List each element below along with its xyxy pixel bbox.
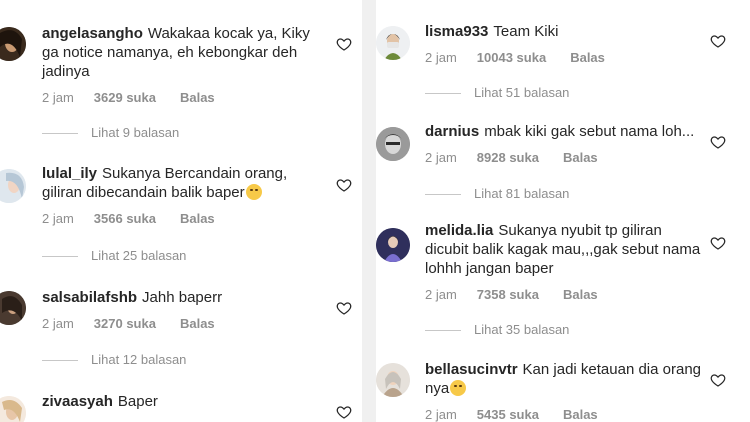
replies-divider-line [425, 194, 461, 196]
comment-body: Team Kiki [493, 23, 559, 40]
avatar[interactable] [0, 396, 26, 422]
like-heart-icon[interactable] [710, 134, 726, 150]
laughing-face-icon [450, 380, 467, 396]
reply-button[interactable]: Balas [563, 287, 598, 302]
like-heart-icon[interactable] [710, 372, 726, 388]
comment-likes[interactable]: 8928 suka [477, 150, 539, 165]
crying-face-icon [245, 184, 262, 200]
comment-meta: 2 jam 8928 suka Balas [425, 150, 705, 165]
comment-username[interactable]: lisma933 [425, 23, 488, 40]
view-replies-label: Lihat 51 balasan [474, 85, 570, 100]
comment-likes[interactable]: 3566 suka [94, 211, 156, 226]
comment-time: 2 jam [425, 50, 457, 65]
comment-meta: 2 jam 3270 suka Balas [42, 316, 317, 331]
reply-button[interactable]: Balas [563, 150, 598, 165]
comment-meta: 2 jam 10043 suka Balas [425, 50, 705, 65]
replies-divider-line [425, 330, 461, 332]
comment-body: Jahh baperr [142, 289, 223, 306]
comment-username[interactable]: zivaasyah [42, 393, 113, 410]
comment-meta: 2 jam 5435 suka Balas [425, 407, 705, 422]
avatar[interactable] [376, 127, 410, 161]
comment-time: 2 jam [42, 316, 74, 331]
comment-likes[interactable]: 10043 suka [477, 50, 546, 65]
comment-text: lulal_ily Sukanya Bercandain orang, gilir… [42, 164, 317, 202]
comment-username[interactable]: lulal_ily [42, 165, 97, 182]
reply-button[interactable]: Balas [570, 50, 605, 65]
comment-text: melida.lia Sukanya nyubit tp giliran dicu… [425, 221, 705, 278]
comment-username[interactable]: angelasangho [42, 25, 143, 42]
view-replies-link[interactable]: Lihat 25 balasan [42, 248, 186, 263]
comment-text: zivaasyah Baper [42, 392, 317, 411]
reply-button[interactable]: Balas [180, 90, 215, 105]
comments-column-left: angelasangho Wakakaa kocak ya, Kiky ga no… [0, 0, 362, 422]
comments-column-right: lisma933 Team Kiki 2 jam 10043 suka Balas L… [376, 0, 750, 422]
view-replies-label: Lihat 81 balasan [474, 186, 570, 201]
view-replies-label: Lihat 25 balasan [91, 248, 187, 263]
like-heart-icon[interactable] [336, 177, 352, 193]
reply-button[interactable]: Balas [180, 211, 215, 226]
view-replies-link[interactable]: Lihat 12 balasan [42, 352, 186, 367]
comment-text: lisma933 Team Kiki [425, 22, 705, 41]
avatar[interactable] [0, 169, 26, 203]
replies-divider-line [425, 93, 461, 95]
like-heart-icon[interactable] [336, 36, 352, 52]
like-heart-icon[interactable] [336, 404, 352, 420]
view-replies-label: Lihat 12 balasan [91, 352, 187, 367]
comment-meta: 2 jam 7358 suka Balas [425, 287, 705, 302]
comment-username[interactable]: bellasucinvtr [425, 361, 518, 378]
comment-username[interactable]: salsabilafshb [42, 289, 137, 306]
replies-divider-line [42, 133, 78, 135]
avatar[interactable] [0, 291, 26, 325]
avatar[interactable] [0, 27, 26, 61]
reply-button[interactable]: Balas [180, 316, 215, 331]
comment-time: 2 jam [42, 90, 74, 105]
column-divider [362, 0, 376, 422]
comment-text: salsabilafshb Jahh baperr [42, 288, 317, 307]
comment-meta: 2 jam 3629 suka Balas [42, 90, 317, 105]
view-replies-label: Lihat 9 balasan [91, 125, 180, 140]
view-replies-link[interactable]: Lihat 51 balasan [425, 85, 569, 100]
avatar[interactable] [376, 363, 410, 397]
comment-time: 2 jam [42, 211, 74, 226]
comment-time: 2 jam [425, 407, 457, 422]
replies-divider-line [42, 256, 78, 258]
comment-likes[interactable]: 3629 suka [94, 90, 156, 105]
comment-username[interactable]: melida.lia [425, 222, 493, 239]
comment-text: darnius mbak kiki gak sebut nama loh... [425, 122, 705, 141]
comment-likes[interactable]: 7358 suka [477, 287, 539, 302]
view-replies-link[interactable]: Lihat 9 balasan [42, 125, 179, 140]
reply-button[interactable]: Balas [563, 407, 598, 422]
avatar[interactable] [376, 228, 410, 262]
view-replies-link[interactable]: Lihat 35 balasan [425, 322, 569, 337]
comment-time: 2 jam [425, 287, 457, 302]
like-heart-icon[interactable] [710, 235, 726, 251]
view-replies-label: Lihat 35 balasan [474, 322, 570, 337]
like-heart-icon[interactable] [710, 33, 726, 49]
like-heart-icon[interactable] [336, 300, 352, 316]
comment-body: Baper [117, 393, 158, 410]
comment-meta: 2 jam 3566 suka Balas [42, 211, 317, 226]
comment-username[interactable]: darnius [425, 123, 479, 140]
view-replies-link[interactable]: Lihat 81 balasan [425, 186, 569, 201]
avatar[interactable] [376, 26, 410, 60]
replies-divider-line [42, 360, 78, 362]
comment-likes[interactable]: 3270 suka [94, 316, 156, 331]
comment-text: angelasangho Wakakaa kocak ya, Kiky ga no… [42, 24, 317, 81]
comment-body: mbak kiki gak sebut nama loh... [484, 123, 695, 140]
comment-likes[interactable]: 5435 suka [477, 407, 539, 422]
comment-text: bellasucinvtr Kan jadi ketauan dia orang … [425, 360, 705, 398]
comment-time: 2 jam [425, 150, 457, 165]
